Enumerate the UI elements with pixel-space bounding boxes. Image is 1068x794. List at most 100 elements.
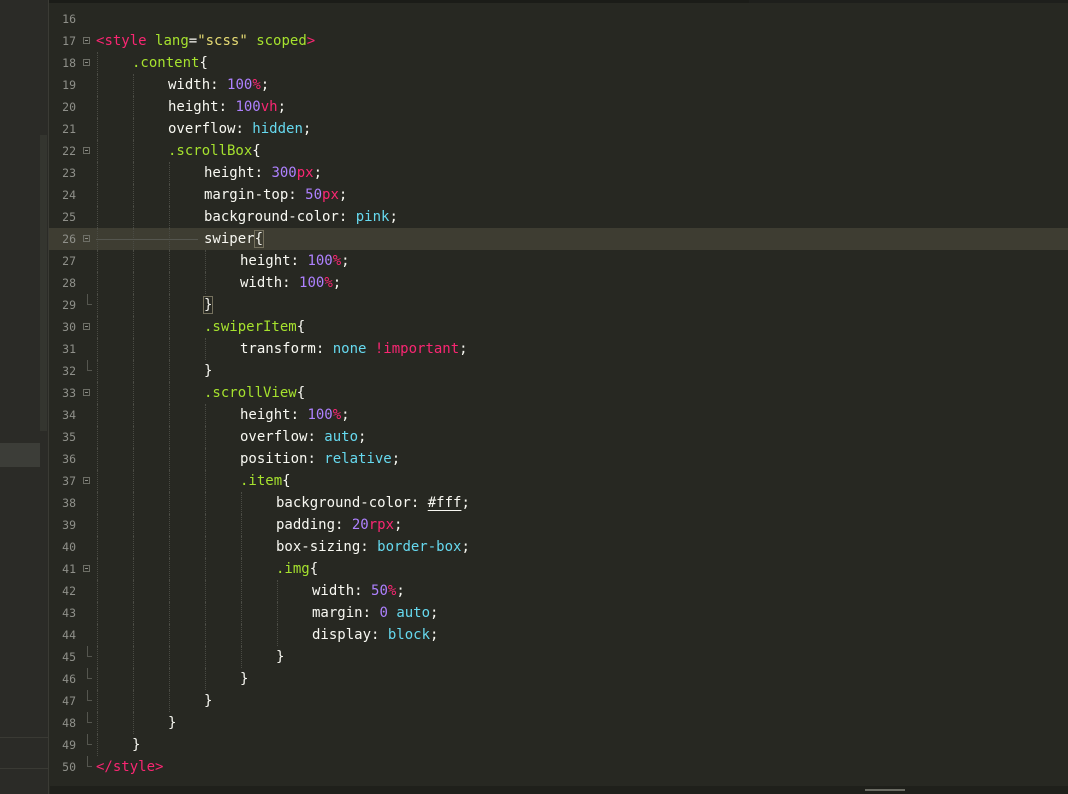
code-line[interactable]: 45} bbox=[49, 646, 1068, 668]
fold-toggle-icon[interactable] bbox=[83, 323, 90, 330]
code-line[interactable]: 16 bbox=[49, 8, 1068, 30]
sidebar-selected-item[interactable] bbox=[0, 443, 40, 467]
code-editor[interactable]: 16 17 <style lang="scss" scoped> 18 .content… bbox=[49, 3, 1068, 794]
scrollbar-thumb[interactable] bbox=[865, 789, 905, 791]
code-text[interactable]: height: 100%; bbox=[240, 250, 350, 272]
code-text[interactable]: margin: 0 auto; bbox=[312, 602, 438, 624]
fold-end-marker-icon bbox=[87, 690, 92, 701]
code-text[interactable]: .content{ bbox=[132, 52, 208, 74]
code-text[interactable]: } bbox=[276, 646, 284, 668]
code-text[interactable]: </style> bbox=[96, 756, 163, 778]
code-token: { bbox=[309, 561, 319, 577]
code-text[interactable]: } bbox=[202, 294, 214, 316]
fold-toggle-icon[interactable] bbox=[83, 477, 90, 484]
code-token: } bbox=[168, 715, 177, 731]
code-text[interactable]: height: 100vh; bbox=[168, 96, 286, 118]
code-line[interactable]: 32} bbox=[49, 360, 1068, 382]
code-line[interactable]: 43 margin: 0 auto; bbox=[49, 602, 1068, 624]
code-line[interactable]: 27 height: 100%; bbox=[49, 250, 1068, 272]
code-text[interactable]: } bbox=[204, 360, 212, 382]
code-line[interactable]: 30 .swiperItem{ bbox=[49, 316, 1068, 338]
code-text[interactable]: background-color: pink; bbox=[204, 206, 398, 228]
code-line[interactable]: 20 height: 100vh; bbox=[49, 96, 1068, 118]
code-token: % bbox=[252, 77, 261, 93]
indent-guide bbox=[133, 536, 134, 558]
code-text[interactable]: position: relative; bbox=[240, 448, 400, 470]
code-text[interactable]: overflow: hidden; bbox=[168, 118, 311, 140]
code-text[interactable]: <style lang="scss" scoped> bbox=[96, 30, 315, 52]
code-text[interactable]: .swiperItem{ bbox=[204, 316, 305, 338]
horizontal-scrollbar[interactable] bbox=[50, 786, 1068, 794]
line-number: 41 bbox=[62, 562, 76, 576]
line-number: 48 bbox=[62, 716, 76, 730]
code-text[interactable]: .item{ bbox=[240, 470, 291, 492]
code-text[interactable]: background-color: #fff; bbox=[276, 492, 470, 514]
code-text[interactable]: display: block; bbox=[312, 624, 438, 646]
code-text[interactable]: height: 300px; bbox=[204, 162, 322, 184]
code-line[interactable]: 29} bbox=[49, 294, 1068, 316]
code-line[interactable]: 42 width: 50%; bbox=[49, 580, 1068, 602]
code-token: } bbox=[240, 671, 249, 687]
fold-toggle-icon[interactable] bbox=[83, 389, 90, 396]
code-text[interactable]: transform: none !important; bbox=[240, 338, 468, 360]
code-line[interactable]: 38 background-color: #fff; bbox=[49, 492, 1068, 514]
code-line[interactable]: 23 height: 300px; bbox=[49, 162, 1068, 184]
indent-guide bbox=[133, 690, 134, 712]
indent-guide bbox=[169, 382, 170, 404]
code-text[interactable]: margin-top: 50px; bbox=[204, 184, 347, 206]
code-text[interactable]: .scrollBox{ bbox=[168, 140, 261, 162]
code-text[interactable]: .img{ bbox=[276, 558, 318, 580]
code-line[interactable]: 44 display: block; bbox=[49, 624, 1068, 646]
code-line[interactable]: 39 padding: 20rpx; bbox=[49, 514, 1068, 536]
indent-guide bbox=[169, 338, 170, 360]
code-line[interactable]: 49} bbox=[49, 734, 1068, 756]
code-text[interactable]: swiper{ bbox=[204, 228, 265, 250]
code-line[interactable]: 26 swiper{ bbox=[49, 228, 1068, 250]
code-text[interactable]: } bbox=[168, 712, 176, 734]
fold-toggle-icon[interactable] bbox=[83, 147, 90, 154]
code-line[interactable]: 18 .content{ bbox=[49, 52, 1068, 74]
code-text[interactable]: overflow: auto; bbox=[240, 426, 366, 448]
code-text[interactable]: } bbox=[132, 734, 140, 756]
code-line[interactable]: 21 overflow: hidden; bbox=[49, 118, 1068, 140]
code-line[interactable]: 17 <style lang="scss" scoped> bbox=[49, 30, 1068, 52]
code-text[interactable]: width: 100%; bbox=[168, 74, 269, 96]
code-line[interactable]: 37 .item{ bbox=[49, 470, 1068, 492]
code-line[interactable]: 19 width: 100%; bbox=[49, 74, 1068, 96]
code-line[interactable]: 41 .img{ bbox=[49, 558, 1068, 580]
code-line[interactable]: 48} bbox=[49, 712, 1068, 734]
code-line[interactable]: 47} bbox=[49, 690, 1068, 712]
code-line[interactable]: 50 </style> bbox=[49, 756, 1068, 778]
code-line[interactable]: 36 position: relative; bbox=[49, 448, 1068, 470]
code-text[interactable]: padding: 20rpx; bbox=[276, 514, 402, 536]
indent-guide bbox=[169, 558, 170, 580]
code-line[interactable]: 34 height: 100%; bbox=[49, 404, 1068, 426]
code-text[interactable]: box-sizing: border-box; bbox=[276, 536, 470, 558]
code-line[interactable]: 33 .scrollView{ bbox=[49, 382, 1068, 404]
code-lines[interactable]: 16 17 <style lang="scss" scoped> 18 .content… bbox=[49, 8, 1068, 778]
fold-toggle-icon[interactable] bbox=[83, 565, 90, 572]
code-text[interactable]: height: 100%; bbox=[240, 404, 350, 426]
code-text[interactable]: .scrollView{ bbox=[204, 382, 305, 404]
code-text[interactable]: } bbox=[204, 690, 212, 712]
code-line[interactable]: 22 .scrollBox{ bbox=[49, 140, 1068, 162]
code-line[interactable]: 28 width: 100%; bbox=[49, 272, 1068, 294]
fold-toggle-icon[interactable] bbox=[83, 37, 90, 44]
code-token: px bbox=[296, 165, 314, 181]
fold-toggle-icon[interactable] bbox=[83, 235, 90, 242]
indent-guide bbox=[169, 492, 170, 514]
code-line[interactable]: 31 transform: none !important; bbox=[49, 338, 1068, 360]
code-text[interactable]: } bbox=[240, 668, 248, 690]
indent-guide bbox=[241, 646, 242, 668]
code-text[interactable]: width: 50%; bbox=[312, 580, 405, 602]
sidebar-scrollbar[interactable] bbox=[40, 135, 47, 431]
code-line[interactable]: 25 background-color: pink; bbox=[49, 206, 1068, 228]
code-token: ; bbox=[396, 583, 405, 599]
code-line[interactable]: 40 box-sizing: border-box; bbox=[49, 536, 1068, 558]
fold-toggle-icon[interactable] bbox=[83, 59, 90, 66]
code-line[interactable]: 24 margin-top: 50px; bbox=[49, 184, 1068, 206]
code-line[interactable]: 35 overflow: auto; bbox=[49, 426, 1068, 448]
code-line[interactable]: 46} bbox=[49, 668, 1068, 690]
code-text[interactable]: width: 100%; bbox=[240, 272, 341, 294]
code-token: { bbox=[199, 55, 208, 71]
